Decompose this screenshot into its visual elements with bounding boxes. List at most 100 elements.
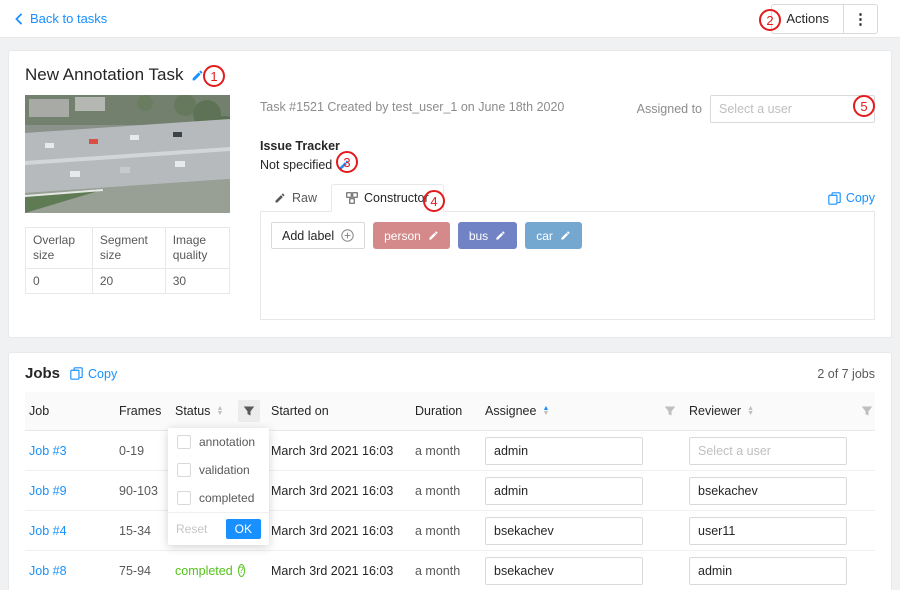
- column-frames: Frames: [115, 396, 171, 426]
- job-link[interactable]: Job #4: [29, 524, 67, 538]
- job-frames: 90-103: [115, 484, 171, 498]
- tab-raw[interactable]: Raw: [260, 185, 331, 211]
- copy-jobs-link[interactable]: Copy: [70, 367, 117, 381]
- column-duration: Duration: [411, 396, 481, 426]
- filter-ok-button[interactable]: OK: [226, 519, 261, 539]
- label-tag-bus[interactable]: bus: [458, 222, 517, 249]
- actions-menu-icon[interactable]: ⋮: [844, 4, 878, 34]
- assignee-filter-icon[interactable]: [659, 400, 681, 422]
- status-filter-dropdown: annotation validation completed Reset OK: [168, 428, 269, 545]
- chevron-left-icon: [14, 13, 24, 25]
- jobs-card: Jobs Copy 2 of 7 jobs Job Frames Status …: [8, 352, 892, 590]
- param-header-quality: Image quality: [165, 228, 229, 269]
- param-value-overlap: 0: [26, 269, 93, 294]
- job-duration: a month: [411, 524, 481, 538]
- filter-option-label: completed: [199, 491, 254, 505]
- job-reviewer-input[interactable]: [689, 477, 847, 505]
- labels-tabs: Raw Constructor Copy: [260, 184, 875, 212]
- job-assignee-input[interactable]: [485, 557, 643, 585]
- filter-option-annotation[interactable]: annotation: [168, 428, 269, 456]
- task-preview-image: [25, 95, 230, 213]
- job-started: March 3rd 2021 16:03: [267, 564, 411, 578]
- jobs-table-header: Job Frames Status ▲▼ Started on Duration…: [25, 392, 875, 431]
- copy-jobs-label: Copy: [88, 367, 117, 381]
- task-parameters-table: Overlap size Segment size Image quality …: [25, 227, 230, 294]
- task-title: New Annotation Task: [25, 65, 183, 85]
- task-details-card: New Annotation Task: [8, 50, 892, 338]
- table-row: Job #4 15-34 March 3rd 2021 16:03 a mont…: [25, 511, 875, 551]
- status-filter-icon[interactable]: [238, 400, 260, 422]
- task-assignee-input[interactable]: [710, 95, 875, 123]
- help-circle-icon[interactable]: ?: [238, 564, 245, 577]
- actions-button[interactable]: Actions: [771, 4, 844, 34]
- jobs-count: 2 of 7 jobs: [817, 367, 875, 381]
- column-status[interactable]: Status ▲▼: [171, 396, 231, 426]
- job-link[interactable]: Job #9: [29, 484, 67, 498]
- job-reviewer-input[interactable]: [689, 437, 847, 465]
- edit-label-icon[interactable]: [428, 230, 439, 241]
- job-frames: 15-34: [115, 524, 171, 538]
- job-status: completed: [175, 564, 233, 578]
- job-started: March 3rd 2021 16:03: [267, 524, 411, 538]
- add-label-text: Add label: [282, 229, 334, 243]
- back-to-tasks-link[interactable]: Back to tasks: [14, 11, 107, 26]
- actions-button-group: Actions ⋮: [771, 4, 878, 34]
- jobs-title: Jobs: [25, 365, 60, 382]
- tab-constructor-label: Constructor: [364, 191, 429, 205]
- filter-option-completed[interactable]: completed: [168, 484, 269, 512]
- column-reviewer[interactable]: Reviewer ▲▼: [685, 396, 857, 426]
- checkbox[interactable]: [177, 491, 191, 505]
- edit-label-icon[interactable]: [560, 230, 571, 241]
- filter-reset-button[interactable]: Reset: [176, 522, 207, 536]
- job-link[interactable]: Job #8: [29, 564, 67, 578]
- job-duration: a month: [411, 484, 481, 498]
- callout-1: 1: [203, 65, 225, 87]
- job-reviewer-input[interactable]: [689, 557, 847, 585]
- copy-icon: [70, 367, 83, 380]
- copy-labels-link[interactable]: Copy: [828, 191, 875, 211]
- callout-4: 4: [423, 190, 445, 212]
- job-assignee-input[interactable]: [485, 437, 643, 465]
- label-tag-car[interactable]: car: [525, 222, 582, 249]
- column-assignee[interactable]: Assignee ▲▼: [481, 396, 655, 426]
- job-started: March 3rd 2021 16:03: [267, 444, 411, 458]
- label-tag-person-name: person: [384, 229, 421, 243]
- callout-5: 5: [853, 95, 875, 117]
- column-started-on: Started on: [267, 396, 411, 426]
- plus-circle-icon: [341, 229, 354, 242]
- checkbox[interactable]: [177, 435, 191, 449]
- sort-icon[interactable]: ▲▼: [216, 406, 223, 416]
- callout-3: 3: [336, 151, 358, 173]
- callout-2: 2: [759, 9, 781, 31]
- label-tag-bus-name: bus: [469, 229, 488, 243]
- sort-icon[interactable]: ▲▼: [542, 406, 549, 416]
- copy-icon: [828, 192, 841, 205]
- reviewer-filter-icon[interactable]: [861, 400, 873, 422]
- block-icon: [346, 192, 358, 204]
- filter-option-label: annotation: [199, 435, 255, 449]
- back-to-tasks-label: Back to tasks: [30, 11, 107, 26]
- checkbox[interactable]: [177, 463, 191, 477]
- param-value-segment: 20: [92, 269, 165, 294]
- job-frames: 75-94: [115, 564, 171, 578]
- filter-option-label: validation: [199, 463, 250, 477]
- table-row: Job #9 90-103 March 3rd 2021 16:03 a mon…: [25, 471, 875, 511]
- issue-tracker-label: Issue Tracker: [260, 139, 875, 153]
- param-header-segment: Segment size: [92, 228, 165, 269]
- copy-labels-label: Copy: [846, 191, 875, 205]
- labels-constructor-area: Add label person bus: [260, 212, 875, 320]
- sort-icon[interactable]: ▲▼: [747, 406, 754, 416]
- param-value-quality: 30: [165, 269, 229, 294]
- column-job: Job: [25, 396, 115, 426]
- table-row: Job #3 0-19 March 3rd 2021 16:03 a month: [25, 431, 875, 471]
- issue-tracker-value: Not specified: [260, 158, 332, 172]
- label-tag-car-name: car: [536, 229, 553, 243]
- job-link[interactable]: Job #3: [29, 444, 67, 458]
- job-reviewer-input[interactable]: [689, 517, 847, 545]
- label-tag-person[interactable]: person: [373, 222, 450, 249]
- job-assignee-input[interactable]: [485, 477, 643, 505]
- filter-option-validation[interactable]: validation: [168, 456, 269, 484]
- add-label-button[interactable]: Add label: [271, 222, 365, 249]
- job-assignee-input[interactable]: [485, 517, 643, 545]
- edit-label-icon[interactable]: [495, 230, 506, 241]
